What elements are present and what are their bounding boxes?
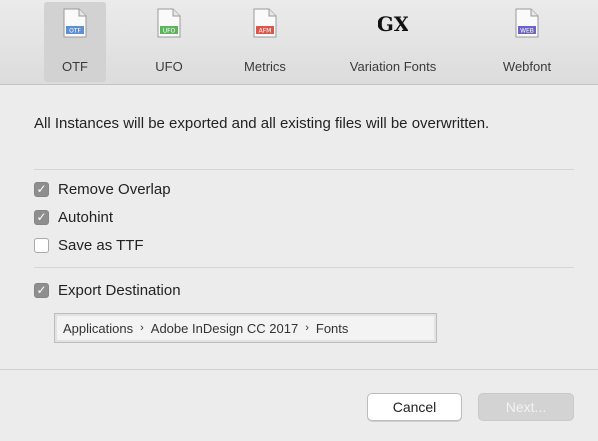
checkmark-icon: ✓ (36, 182, 47, 196)
tab-ufo-label: UFO (155, 59, 183, 74)
divider (34, 267, 574, 268)
divider (34, 169, 574, 170)
webfont-file-icon: WEB (515, 8, 539, 38)
metrics-file-icon: AFM (253, 8, 277, 38)
remove-overlap-checkbox[interactable]: ✓ (34, 181, 49, 197)
path-component-applications[interactable]: Applications (63, 321, 133, 336)
svg-text:AFM: AFM (259, 28, 272, 35)
tab-variation-fonts-label: Variation Fonts (349, 59, 437, 74)
save-as-ttf-checkbox[interactable] (34, 237, 49, 253)
checkmark-icon: ✓ (36, 283, 47, 297)
ufo-file-icon: UFO (157, 8, 181, 38)
tab-webfont-label: Webfont (502, 59, 552, 74)
chevron-right-icon: › (140, 322, 144, 334)
autohint-option[interactable]: ✓ Autohint (34, 206, 113, 228)
gx-icon: GX (378, 12, 408, 36)
export-destination-checkbox[interactable]: ✓ (34, 282, 49, 298)
svg-text:GX: GX (378, 12, 408, 36)
export-destination-label: Export Destination (58, 281, 181, 299)
cancel-button[interactable]: Cancel (367, 393, 462, 421)
svg-text:UFO: UFO (163, 28, 176, 35)
svg-text:OTF: OTF (69, 28, 81, 35)
save-as-ttf-label: Save as TTF (58, 236, 144, 254)
autohint-label: Autohint (58, 208, 114, 226)
tab-ufo[interactable]: UFO UFO (138, 2, 200, 82)
footer-divider (0, 369, 598, 370)
next-button[interactable]: Next... (478, 393, 574, 421)
checkmark-icon: ✓ (36, 210, 47, 224)
tab-metrics[interactable]: AFM Metrics (230, 2, 300, 82)
export-toolbar: OTF OTF UFO UFO AFM Metrics GX Variation… (0, 0, 598, 85)
chevron-right-icon: › (305, 322, 309, 334)
remove-overlap-label: Remove Overlap (58, 180, 171, 198)
tab-webfont[interactable]: WEB Webfont (490, 2, 564, 82)
tab-otf[interactable]: OTF OTF (44, 2, 106, 82)
path-component-indesign[interactable]: Adobe InDesign CC 2017 (151, 321, 298, 336)
autohint-checkbox[interactable]: ✓ (34, 209, 49, 225)
destination-path-control[interactable]: Applications › Adobe InDesign CC 2017 › … (54, 313, 437, 343)
export-message: All Instances will be exported and all e… (34, 115, 490, 132)
tab-otf-label: OTF (62, 59, 88, 74)
tab-variation-fonts[interactable]: GX Variation Fonts (330, 2, 456, 82)
save-as-ttf-option[interactable]: Save as TTF (34, 234, 144, 256)
svg-text:WEB: WEB (520, 28, 534, 35)
path-component-fonts[interactable]: Fonts (316, 321, 349, 336)
remove-overlap-option[interactable]: ✓ Remove Overlap (34, 178, 171, 200)
tab-metrics-label: Metrics (244, 59, 286, 74)
export-destination-option[interactable]: ✓ Export Destination (34, 279, 181, 301)
otf-file-icon: OTF (63, 8, 87, 38)
